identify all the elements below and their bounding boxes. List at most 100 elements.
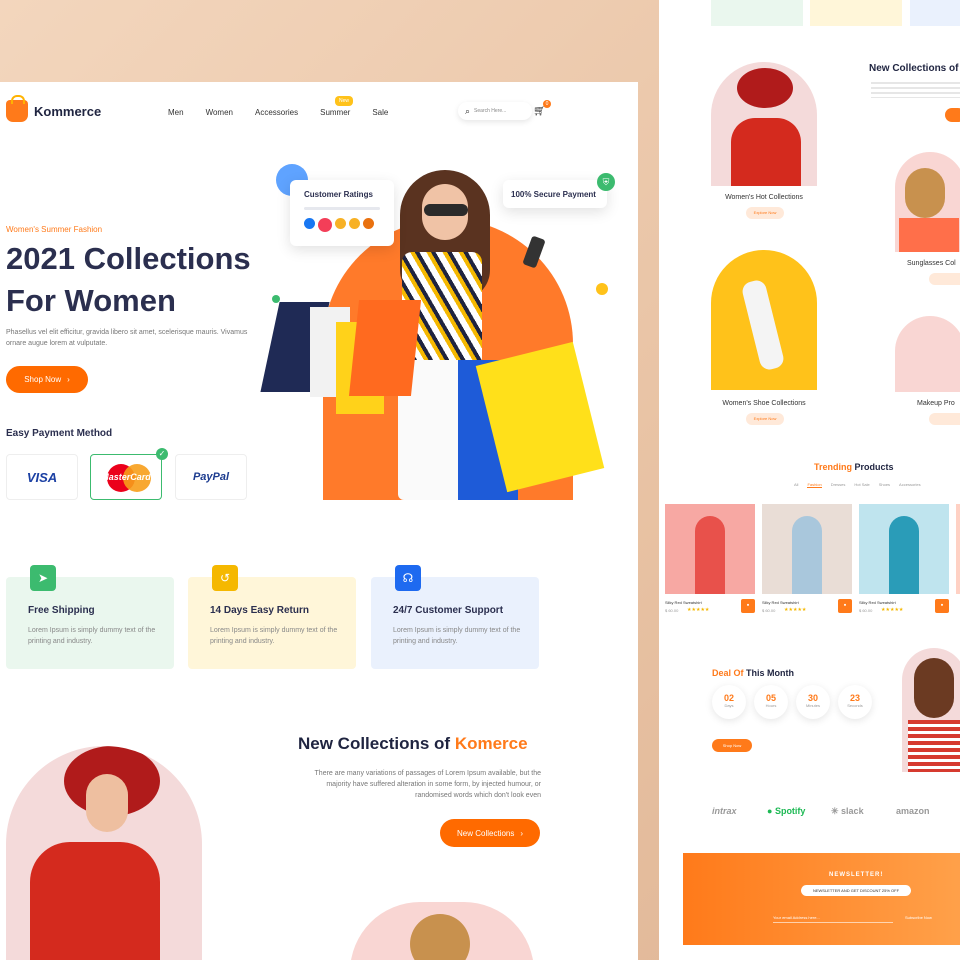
secure-payment-label: 100% Secure Payment — [511, 190, 596, 199]
collections-title-text: New Collections of — [298, 734, 451, 753]
collections-title: New Collections of — [869, 63, 959, 74]
feature-title: 14 Days Easy Return — [210, 605, 309, 616]
category-hot-collections-image — [711, 62, 817, 186]
collections-text: There are many variations of passages of… — [314, 770, 541, 799]
newsletter-email-input[interactable]: Your email Address here... — [773, 915, 893, 923]
product-card-image-partial[interactable] — [956, 504, 960, 594]
new-collections-button[interactable]: New Collections › — [440, 819, 540, 847]
tab-shoes[interactable]: Shoes — [879, 482, 890, 488]
product-card-image[interactable] — [762, 504, 852, 594]
deal-image — [902, 648, 960, 772]
timer-days: 02 Days — [712, 685, 746, 719]
product-card-image[interactable] — [859, 504, 949, 594]
feature-strip-blue — [910, 0, 960, 26]
striped-sweater — [908, 720, 960, 772]
feature-customer-support: ☊ 24/7 Customer Support Lorem Ipsum is s… — [371, 565, 539, 669]
timer-label: Hours — [765, 703, 777, 708]
tab-dresses[interactable]: Dresses — [831, 482, 846, 488]
feature-free-shipping: ➤ Free Shipping Lorem Ipsum is simply du… — [6, 565, 174, 669]
subscribe-button[interactable]: Subscribe Now — [905, 915, 932, 920]
newsletter-section: NEWSLETTER! NEWSLETTER AND GET DISCOUNT … — [683, 853, 960, 945]
tab-all[interactable]: All — [794, 482, 798, 488]
spotify-label: Spotify — [774, 806, 806, 816]
woman-face — [86, 774, 128, 832]
product-name: Silky Red Sweatshirt — [762, 600, 799, 605]
explore-now-button[interactable] — [929, 413, 960, 425]
hero-title: 2021 Collections For Women — [6, 241, 251, 318]
bag-orange — [348, 300, 422, 396]
yellow-dot — [596, 283, 608, 295]
category-shoe-collections-image — [711, 250, 817, 390]
nav-item-men[interactable]: Men — [168, 108, 184, 117]
nav-item-accessories[interactable]: Accessories — [255, 108, 298, 117]
mastercard-label: MasterCard — [101, 472, 151, 482]
visa-card[interactable]: VISA — [6, 454, 78, 500]
nav-item-sale[interactable]: Sale — [372, 108, 388, 117]
chevron-right-icon: › — [67, 375, 70, 384]
shop-now-button[interactable]: Shop Now › — [6, 366, 88, 393]
trending-tabs: All Fashion Dresses Hot Sale Shoes Acces… — [794, 482, 930, 488]
collection-image-sunglasses — [350, 902, 534, 960]
checkmark-icon: ✓ — [156, 448, 168, 460]
sunglasses-icon — [424, 204, 468, 216]
add-to-cart-button[interactable]: ▪ — [741, 599, 755, 613]
tab-accessories[interactable]: Accessories — [899, 482, 921, 488]
landing-page-preview: New Collections of Women's Hot Collectio… — [659, 0, 960, 960]
explore-now-button[interactable]: Explore Now — [746, 413, 784, 425]
trending-title: Trending Products — [814, 462, 894, 472]
visa-label: VISA — [26, 469, 58, 485]
logo[interactable]: Kommerce — [6, 95, 102, 122]
wow-icon — [349, 218, 360, 229]
paypal-card[interactable]: PayPal — [175, 454, 247, 500]
new-collections-label: New Collections — [456, 828, 515, 838]
timer-value: 30 — [807, 693, 818, 703]
brand-logo-intrax: intrax — [712, 806, 737, 816]
collection-image-red-hat — [6, 746, 202, 960]
woman-hair — [410, 914, 470, 960]
search-icon: ⌕ — [465, 105, 471, 116]
brand-logo-spotify: ● Spotify — [767, 806, 806, 816]
shopping-bag-logo-icon — [6, 95, 28, 122]
orange-button-partial[interactable] — [945, 108, 960, 122]
product-card-image[interactable] — [665, 504, 755, 594]
deal-title: Deal Of This Month — [712, 668, 794, 678]
feature-title: 24/7 Customer Support — [393, 605, 504, 616]
product-rating-stars: ★★★★★ — [881, 607, 904, 613]
red-hat — [737, 68, 793, 108]
new-badge: New — [335, 96, 354, 106]
like-icon — [304, 218, 315, 229]
mastercard-card[interactable]: MasterCard — [90, 454, 162, 500]
main-menu: Men Women Accessories Summer Sale — [168, 108, 410, 117]
landing-page: Kommerce Men Women Accessories Summer Sa… — [0, 82, 638, 960]
return-icon: ↺ — [212, 565, 238, 591]
deal-accent: Deal Of — [712, 668, 744, 678]
add-to-cart-button[interactable]: ▪ — [935, 599, 949, 613]
customer-ratings-card: Customer Ratings — [290, 180, 394, 246]
feature-text: Lorem Ipsum is simply dummy text of the … — [28, 627, 156, 645]
cart-icon[interactable]: 🛒︎ — [533, 106, 546, 117]
nav-item-summer[interactable]: Summer — [320, 108, 350, 117]
explore-now-button[interactable] — [929, 273, 960, 285]
timer-value: 05 — [765, 693, 776, 703]
search-input[interactable]: ⌕ Search Here... — [458, 102, 532, 120]
angry-icon — [363, 218, 374, 229]
brand-logo-slack: ✳ slack — [831, 806, 864, 816]
deal-shop-now-button[interactable]: Shop Now — [712, 739, 752, 752]
explore-now-button[interactable]: Explore Now — [746, 207, 784, 219]
timer-minutes: 30 Minutes — [796, 685, 830, 719]
trending-accent: Trending — [814, 462, 852, 472]
brand-name: Kommerce — [34, 103, 102, 119]
add-to-cart-button[interactable]: ▪ — [838, 599, 852, 613]
tab-hot-sale[interactable]: Hot Sale — [854, 482, 869, 488]
tab-fashion[interactable]: Fashion — [807, 482, 822, 488]
feature-easy-return: ↺ 14 Days Easy Return Lorem Ipsum is sim… — [188, 565, 356, 669]
nav-item-women[interactable]: Women — [206, 108, 233, 117]
feature-text: Lorem Ipsum is simply dummy text of the … — [210, 627, 338, 645]
orange-top — [899, 218, 959, 252]
category-title: Makeup Pro — [917, 400, 955, 407]
collections-text-lines — [871, 82, 960, 98]
timer-label: Seconds — [847, 703, 863, 708]
category-makeup-image — [895, 316, 960, 392]
product-model — [695, 516, 725, 594]
paypal-label: PayPal — [192, 471, 230, 483]
